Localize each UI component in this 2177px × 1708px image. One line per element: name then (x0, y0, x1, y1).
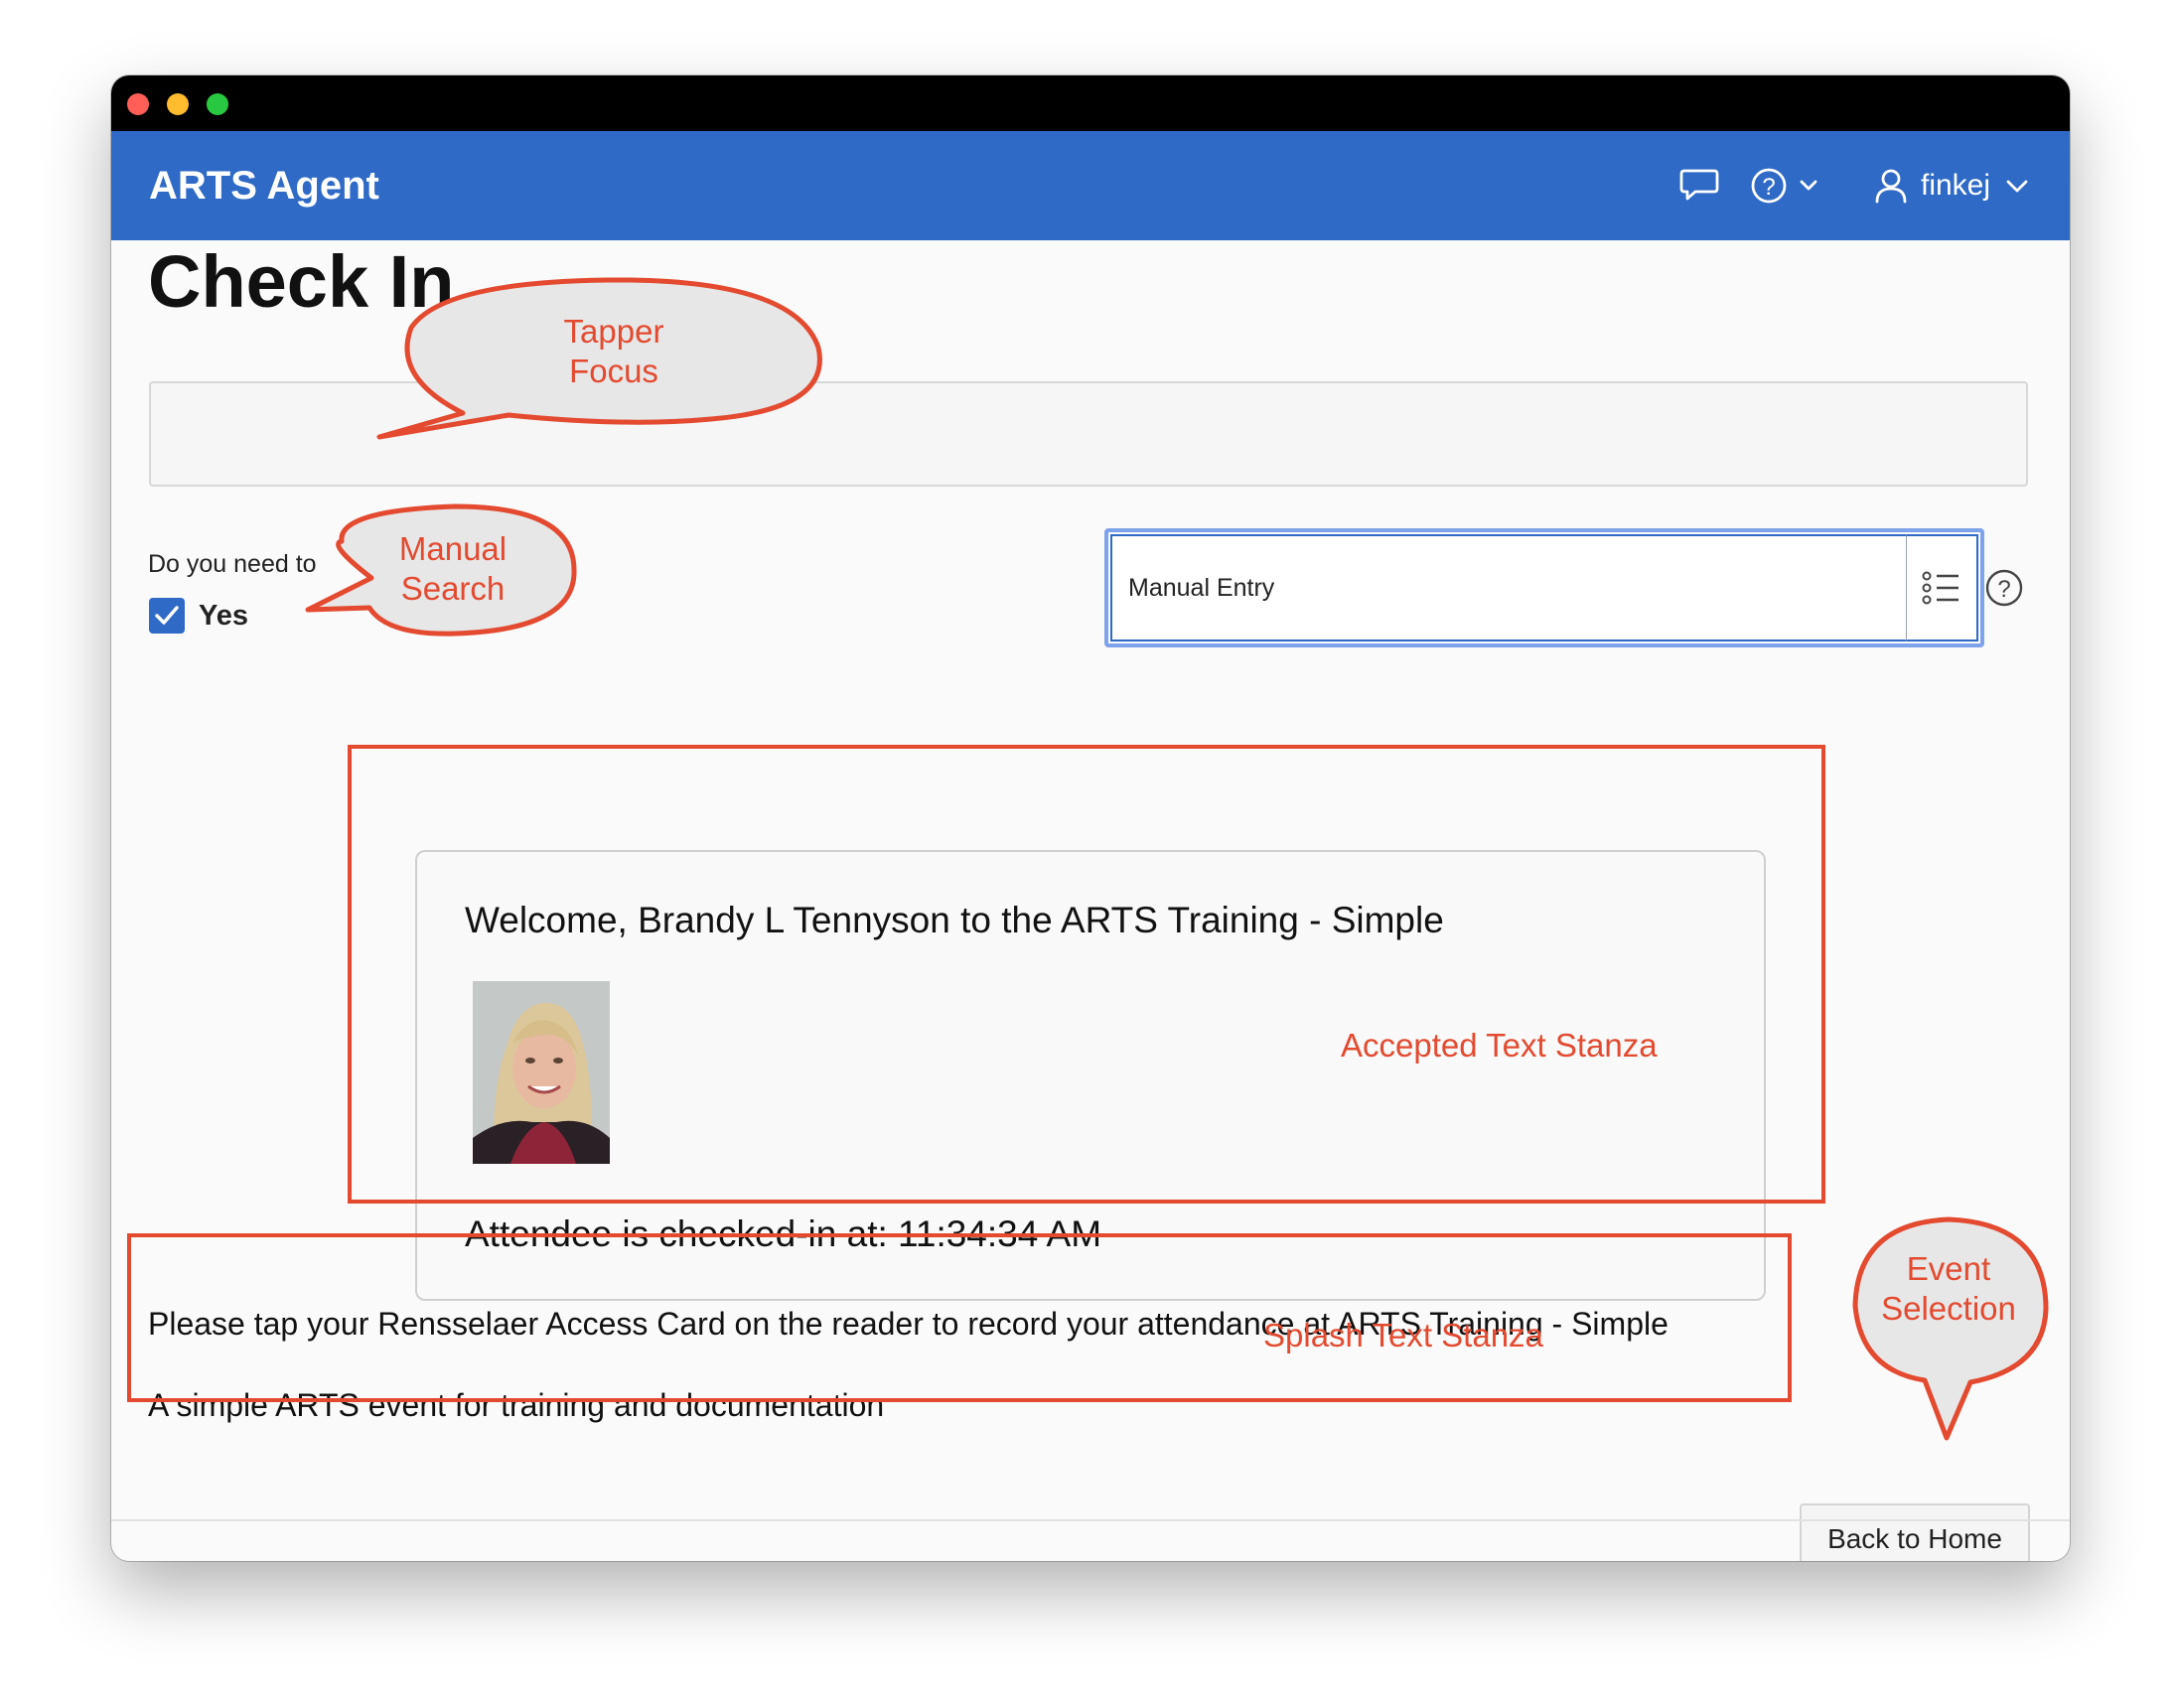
entry-help-icon[interactable]: ? (1984, 568, 2024, 613)
svg-text:?: ? (1762, 174, 1775, 201)
checkmark-icon (155, 606, 179, 625)
window-titlebar (111, 75, 2070, 131)
manual-entry-control (1104, 528, 1984, 647)
zoom-window-button[interactable] (207, 93, 228, 115)
manual-search-question: Do you need to (148, 550, 317, 578)
tapper-focus-field[interactable] (149, 381, 2028, 487)
minimize-window-button[interactable] (167, 93, 189, 115)
back-to-home-button[interactable]: Back to Home (1800, 1503, 2030, 1561)
list-picker-button[interactable] (1907, 534, 1978, 641)
accepted-text-annotation-label: Accepted Text Stanza (1341, 1027, 1658, 1064)
chat-icon[interactable] (1678, 166, 1720, 211)
user-menu-button[interactable]: finkej (1921, 131, 1990, 240)
chevron-down-icon[interactable] (2004, 166, 2030, 211)
list-icon (1922, 571, 1959, 605)
accepted-text-annotation-box (348, 745, 1825, 1204)
manual-search-checkbox-label[interactable]: Yes (199, 596, 248, 636)
page-title: Check In (148, 240, 455, 323)
manual-search-callout-text: Manual Search (398, 530, 508, 607)
splash-text-annotation-label: Splash Text Stanza (1263, 1317, 1543, 1353)
event-selection-callout-text: Event Selection (1881, 1250, 2016, 1327)
manual-search-checkbox[interactable] (149, 598, 185, 634)
help-menu-button[interactable]: ? (1750, 166, 1821, 211)
user-icon[interactable] (1871, 166, 1911, 211)
app-title[interactable]: ARTS Agent (149, 131, 379, 240)
footer-divider (111, 1519, 2070, 1521)
close-window-button[interactable] (127, 93, 149, 115)
app-header: ARTS Agent ? finkej (111, 131, 2070, 240)
tapper-focus-callout-text: Tapper Focus (563, 313, 664, 389)
manual-entry-input[interactable] (1110, 534, 1907, 641)
svg-text:?: ? (1997, 576, 2010, 603)
